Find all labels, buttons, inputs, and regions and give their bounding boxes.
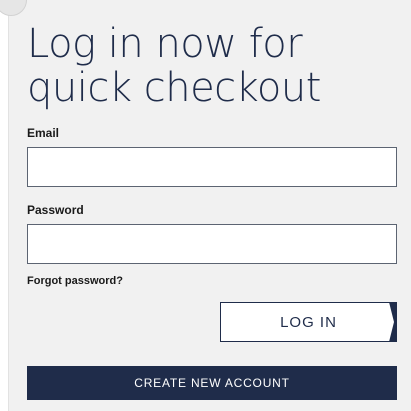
- corner-badge-icon: [0, 0, 27, 16]
- login-panel: Log in now for quick checkout Email Pass…: [0, 0, 411, 411]
- email-field[interactable]: [27, 147, 397, 187]
- login-button-label: LOG IN: [280, 313, 337, 331]
- password-label: Password: [27, 203, 84, 217]
- forgot-password-link[interactable]: Forgot password?: [27, 275, 123, 287]
- chevron-right-icon: [389, 302, 397, 342]
- email-label: Email: [27, 126, 60, 140]
- page-title: Log in now for quick checkout: [27, 21, 321, 111]
- create-account-button[interactable]: CREATE NEW ACCOUNT: [27, 366, 397, 400]
- login-button[interactable]: LOG IN: [220, 302, 397, 342]
- password-field[interactable]: [27, 224, 397, 264]
